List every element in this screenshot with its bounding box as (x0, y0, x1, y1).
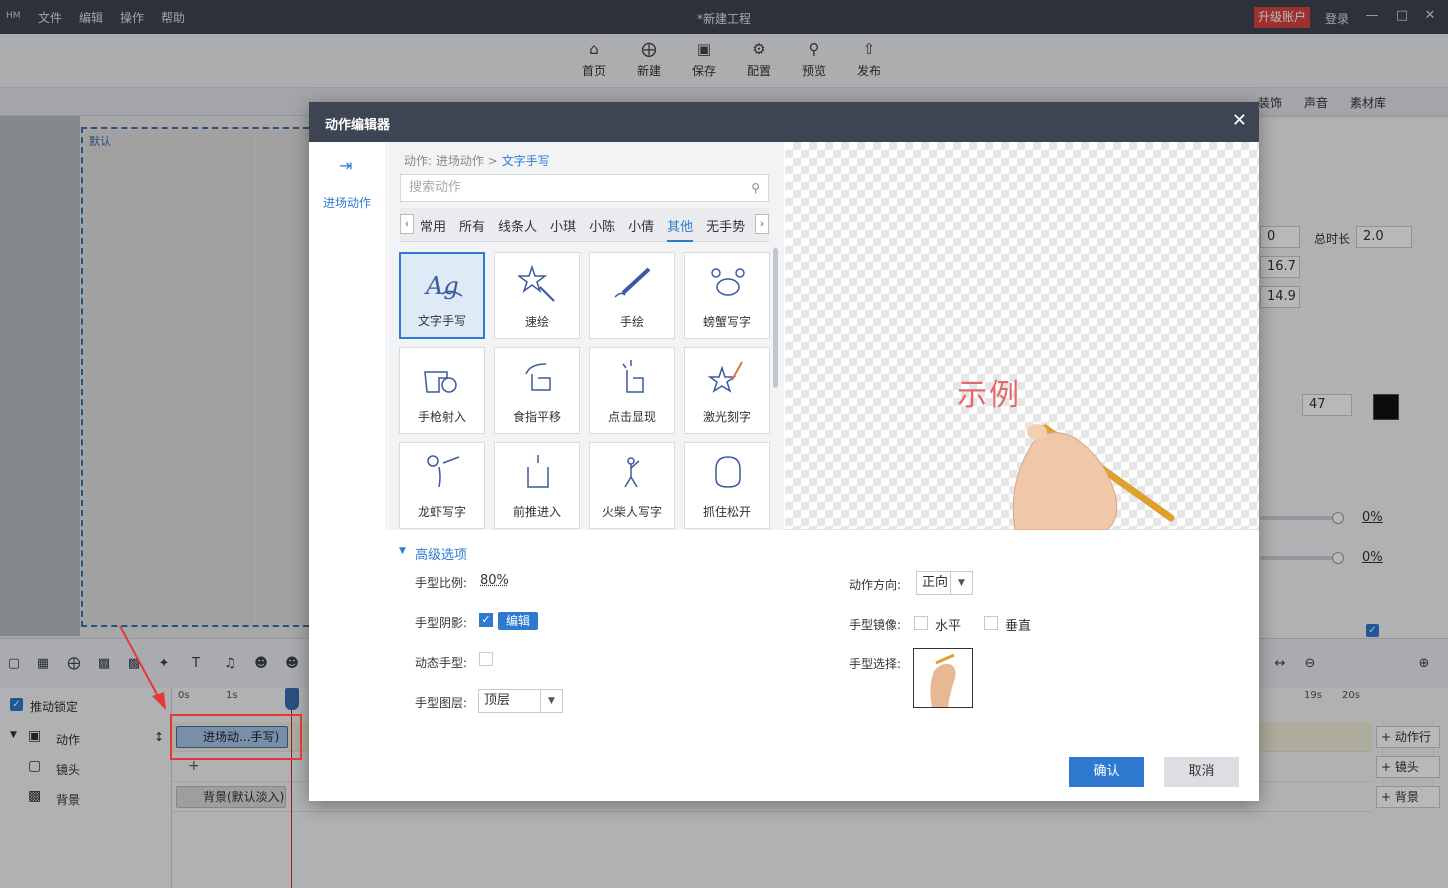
chevron-down-icon: ▼ (540, 690, 562, 712)
advanced-options: ▼ 高级选项 手型比例: 80% 手型阴影: ✓ 编辑 动态手型: 手型图层: … (309, 530, 1259, 801)
handwriting-icon: Ag (424, 272, 463, 300)
advanced-header[interactable]: 高级选项 (415, 544, 467, 563)
search-input[interactable]: 搜索动作 ⚲ (400, 174, 769, 202)
action-stickman[interactable]: 火柴人写字 (589, 442, 675, 529)
mirror-horizontal-label: 水平 (935, 619, 962, 634)
highlight-box-front (170, 714, 302, 760)
crab-icon (711, 268, 745, 296)
breadcrumb-prefix[interactable]: 动作: 进场动作 > (404, 154, 498, 168)
tab-xiaochen[interactable]: 小陈 (589, 208, 615, 242)
action-push-hand[interactable]: 前推进入 (494, 442, 580, 529)
dynamic-hand-checkbox[interactable] (479, 652, 493, 666)
mirror-vertical-checkbox[interactable] (984, 616, 998, 630)
action-grab[interactable]: 抓住松开 (684, 442, 770, 529)
grab-hand-icon (715, 456, 741, 488)
direction-select[interactable]: 正向 ▼ (916, 571, 973, 595)
action-handwriting[interactable]: Ag 文字手写 (399, 252, 485, 339)
search-icon[interactable]: ⚲ (751, 175, 760, 201)
action-crab[interactable]: 螃蟹写字 (684, 252, 770, 339)
sidebar-item-enter-action[interactable]: 进场动作 (323, 194, 371, 211)
stickman-icon (624, 457, 640, 488)
action-editor-dialog: 动作编辑器 ✕ ⇥ 进场动作 动作: 进场动作 > 文字手写 搜索动作 ⚲ ‹ … (309, 102, 1259, 801)
action-label: 手枪射入 (417, 410, 466, 424)
confirm-button[interactable]: 确认 (1069, 757, 1144, 787)
chevron-left-icon[interactable]: ‹ (400, 214, 414, 234)
action-label: 龙虾写字 (417, 505, 466, 519)
hand-shadow-label: 手型阴影: (415, 616, 468, 630)
action-label: 速绘 (524, 315, 549, 329)
search-placeholder: 搜索动作 (409, 180, 462, 195)
action-hand-gun[interactable]: 手枪射入 (399, 347, 485, 434)
close-icon[interactable]: ✕ (1232, 111, 1247, 131)
laser-icon (708, 361, 743, 393)
action-picker: 动作: 进场动作 > 文字手写 搜索动作 ⚲ ‹ 常用 所有 线条人 小琪 小陈… (388, 142, 784, 530)
cancel-button[interactable]: 取消 (1164, 757, 1239, 787)
tab-xiaoqi[interactable]: 小琪 (550, 208, 576, 242)
tab-xiaoqian[interactable]: 小倩 (628, 208, 654, 242)
tab-common[interactable]: 常用 (420, 208, 446, 242)
dialog-title: 动作编辑器 (325, 118, 391, 133)
hand-gun-icon (424, 371, 457, 393)
action-finger-tap[interactable]: 点击显现 (589, 347, 675, 434)
finger-swipe-icon (525, 363, 551, 391)
action-label: 螃蟹写字 (702, 315, 751, 329)
collapse-icon[interactable]: ▼ (399, 546, 406, 556)
hand-layer-label: 手型图层: (415, 696, 468, 710)
action-label: 食指平移 (512, 410, 561, 424)
dialog-header: 动作编辑器 ✕ (309, 102, 1259, 142)
hand-layer-select[interactable]: 顶层 ▼ (478, 689, 563, 713)
dialog-sidebar: ⇥ 进场动作 (309, 142, 387, 530)
tab-no-gesture[interactable]: 无手势 (706, 208, 745, 242)
action-label: 前推进入 (512, 505, 561, 519)
hand-select-label: 手型选择: (849, 657, 902, 671)
action-quick-draw[interactable]: 速绘 (494, 252, 580, 339)
quick-draw-icon (518, 264, 555, 302)
pen-draw-icon (614, 267, 651, 298)
hand-select-thumbnail[interactable] (913, 648, 973, 708)
lobster-icon (427, 455, 460, 488)
preview-pane: 示例 (785, 142, 1259, 530)
mirror-horizontal-checkbox[interactable] (914, 616, 928, 630)
finger-tap-icon (622, 360, 644, 393)
action-label: 激光刻字 (702, 410, 751, 424)
push-hand-icon (527, 455, 549, 488)
grid-scrollbar[interactable] (773, 248, 778, 388)
breadcrumb: 动作: 进场动作 > 文字手写 (404, 152, 550, 169)
chevron-down-icon: ▼ (950, 572, 972, 594)
action-laser[interactable]: 激光刻字 (684, 347, 770, 434)
action-label: 手绘 (619, 315, 644, 329)
tab-stickman[interactable]: 线条人 (498, 208, 537, 242)
action-pen-draw[interactable]: 手绘 (589, 252, 675, 339)
breadcrumb-current: 文字手写 (501, 154, 550, 168)
enter-icon[interactable]: ⇥ (339, 156, 357, 175)
chevron-right-icon[interactable]: › (755, 214, 769, 234)
dynamic-hand-label: 动态手型: (415, 656, 468, 670)
svg-text:Ag: Ag (424, 272, 459, 300)
hand-layer-value: 顶层 (484, 693, 511, 708)
direction-value: 正向 (922, 575, 949, 590)
action-lobster[interactable]: 龙虾写字 (399, 442, 485, 529)
action-finger-swipe[interactable]: 食指平移 (494, 347, 580, 434)
hand-thumbnail-image (930, 653, 956, 707)
tab-all[interactable]: 所有 (459, 208, 485, 242)
action-label: 点击显现 (607, 410, 656, 424)
edit-shadow-button[interactable]: 编辑 (498, 612, 538, 630)
hand-scale-label: 手型比例: (415, 576, 468, 590)
hand-shadow-checkbox[interactable]: ✓ (479, 613, 493, 627)
hand-with-pencil-image (1012, 424, 1175, 530)
action-label: 火柴人写字 (601, 505, 662, 519)
action-label: 抓住松开 (702, 505, 751, 519)
mirror-vertical-label: 垂直 (1005, 619, 1032, 634)
direction-label: 动作方向: (849, 578, 902, 592)
category-tabs: ‹ 常用 所有 线条人 小琪 小陈 小倩 其他 无手势 › (400, 208, 769, 242)
action-label: 文字手写 (417, 314, 466, 328)
tab-other[interactable]: 其他 (667, 208, 694, 242)
hand-scale-value[interactable]: 80% (480, 573, 509, 588)
mirror-label: 手型镜像: (849, 618, 902, 632)
